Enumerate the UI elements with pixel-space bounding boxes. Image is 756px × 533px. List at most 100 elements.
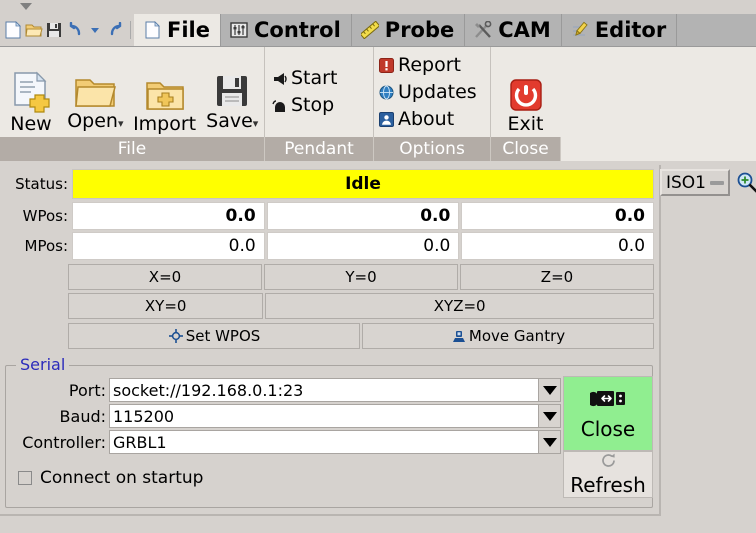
collapse-arrow-icon[interactable] (20, 3, 32, 10)
tab-editor[interactable]: Editor (562, 14, 678, 46)
wpos-y-field[interactable]: 0.0 (266, 202, 460, 230)
tab-control[interactable]: Control (221, 14, 352, 46)
pendant-stop-icon (271, 97, 288, 114)
ribbon-new-button[interactable]: New (0, 65, 62, 137)
new-file-icon[interactable] (4, 19, 23, 41)
serial-refresh-button[interactable]: Refresh (563, 451, 653, 498)
connect-on-startup-label: Connect on startup (40, 468, 204, 488)
ribbon-caption-file: File (0, 137, 265, 161)
open-folder-icon (73, 66, 117, 110)
redo-icon[interactable] (107, 19, 126, 41)
serial-connect-toggle-label: Close (580, 416, 636, 441)
set-wpos-button[interactable]: Set WPOS (68, 323, 360, 349)
serial-controller-row: Controller: GRBL1 (6, 430, 652, 454)
tab-control-label: Control (253, 18, 341, 42)
pendant-stop-button[interactable]: Stop (271, 92, 337, 119)
ribbon-import-button[interactable]: Import (129, 65, 201, 137)
tab-file[interactable]: File (134, 14, 221, 46)
tab-editor-label: Editor (594, 18, 667, 42)
ribbon-caption-bar: File Pendant Options Close (0, 137, 756, 161)
wpos-x-field[interactable]: 0.0 (72, 202, 265, 230)
ribbon-import-label: Import (133, 113, 197, 135)
status-label: Status: (15, 175, 68, 193)
globe-updates-icon (378, 84, 395, 101)
undo-dropdown-icon[interactable] (86, 19, 105, 41)
mpos-label: MPos: (24, 237, 69, 255)
status-value: Idle (72, 169, 654, 199)
import-folder-icon (144, 69, 186, 113)
tab-probe-label: Probe (384, 18, 455, 42)
ribbon-group-options: Report Updates About (374, 47, 491, 137)
serial-baud-label: Baud: (59, 406, 106, 426)
pendant-start-icon (271, 70, 288, 87)
ribbon-open-dropdown-icon[interactable]: ▾ (118, 117, 124, 130)
serial-port-input[interactable]: socket://192.168.0.1:23 (109, 378, 539, 402)
ribbon-group-close: Exit (491, 47, 560, 137)
ribbon-save-button[interactable]: Save▾ (200, 62, 264, 137)
tab-file-label: File (167, 18, 210, 42)
unit-selector[interactable]: ISO1 (660, 169, 730, 196)
ribbon-filler (560, 47, 756, 137)
zero-axis-row: X=0 Y=0 Z=0 (0, 264, 659, 290)
move-gantry-label: Move Gantry (468, 327, 566, 345)
ribbon-caption-filler (561, 137, 756, 161)
serial-controller-input[interactable]: GRBL1 (109, 430, 539, 454)
ruler-icon (360, 20, 380, 40)
ribbon-open-button[interactable]: Open▾ (62, 62, 129, 137)
zero-xyz-button[interactable]: XYZ=0 (265, 293, 654, 319)
wpos-row: WPos: 0.0 0.0 0.0 (0, 202, 659, 230)
chevron-down-icon (542, 385, 557, 395)
zero-y-button[interactable]: Y=0 (264, 264, 458, 290)
power-exit-icon (508, 69, 544, 113)
ribbon-save-dropdown-icon[interactable]: ▾ (253, 117, 259, 130)
options-about-button[interactable]: About (378, 106, 477, 133)
serial-refresh-label: Refresh (570, 473, 646, 497)
serial-connect-toggle-button[interactable]: Close (563, 376, 653, 451)
pendant-start-button[interactable]: Start (271, 65, 337, 92)
tab-cam-label: CAM (498, 18, 551, 42)
ribbon-new-label: New (10, 113, 52, 135)
floppy-disk-icon (213, 66, 251, 110)
tab-cam[interactable]: CAM (465, 14, 562, 46)
wpos-action-row: Set WPOS Move Gantry (0, 323, 659, 349)
connect-on-startup-row[interactable]: Connect on startup (18, 468, 652, 488)
dro-panel: Status: Idle WPos: 0.0 0.0 0.0 MPos: 0.0… (0, 165, 661, 516)
tab-bar-filler (677, 14, 756, 46)
new-document-icon (11, 69, 51, 113)
set-wpos-label: Set WPOS (185, 327, 261, 345)
options-about-label: About (398, 107, 455, 130)
unit-selector-value: ISO1 (666, 172, 707, 193)
chevron-down-icon (542, 437, 557, 447)
ribbon-exit-label: Exit (507, 113, 544, 135)
ribbon-group-file: New Open▾ Import Save▾ (0, 47, 265, 137)
zoom-in-icon[interactable] (736, 171, 756, 193)
zero-z-button[interactable]: Z=0 (460, 264, 654, 290)
connect-on-startup-checkbox[interactable] (18, 471, 32, 485)
zero-combo-row: XY=0 XYZ=0 (0, 293, 659, 319)
undo-icon[interactable] (66, 19, 85, 41)
move-gantry-button[interactable]: Move Gantry (362, 323, 654, 349)
ribbon-exit-button[interactable]: Exit (491, 65, 560, 137)
serial-controller-dropdown-button[interactable] (539, 430, 561, 454)
save-disk-icon[interactable] (45, 19, 64, 41)
refresh-icon (600, 452, 617, 473)
zero-xy-button[interactable]: XY=0 (68, 293, 264, 319)
ribbon: New Open▾ Import Save▾ Start Stop Report… (0, 47, 756, 137)
tab-probe[interactable]: Probe (352, 14, 466, 46)
pencil-icon (570, 20, 590, 40)
serial-baud-dropdown-button[interactable] (539, 404, 561, 428)
options-report-button[interactable]: Report (378, 52, 477, 79)
serial-port-dropdown-button[interactable] (539, 378, 561, 402)
wpos-z-field[interactable]: 0.0 (461, 202, 655, 230)
about-person-icon (378, 111, 395, 128)
serial-baud-input[interactable]: 115200 (109, 404, 539, 428)
open-folder-icon[interactable] (25, 19, 44, 41)
page-body: Status: Idle WPos: 0.0 0.0 0.0 MPos: 0.0… (0, 165, 756, 533)
zero-x-button[interactable]: X=0 (68, 264, 262, 290)
pendant-button-stack: Start Stop (265, 47, 343, 137)
options-button-stack: Report Updates About (374, 47, 481, 137)
sliders-icon (229, 20, 249, 40)
serial-controller-label: Controller: (22, 432, 106, 452)
options-updates-button[interactable]: Updates (378, 79, 477, 106)
ribbon-caption-pendant: Pendant (265, 137, 374, 161)
